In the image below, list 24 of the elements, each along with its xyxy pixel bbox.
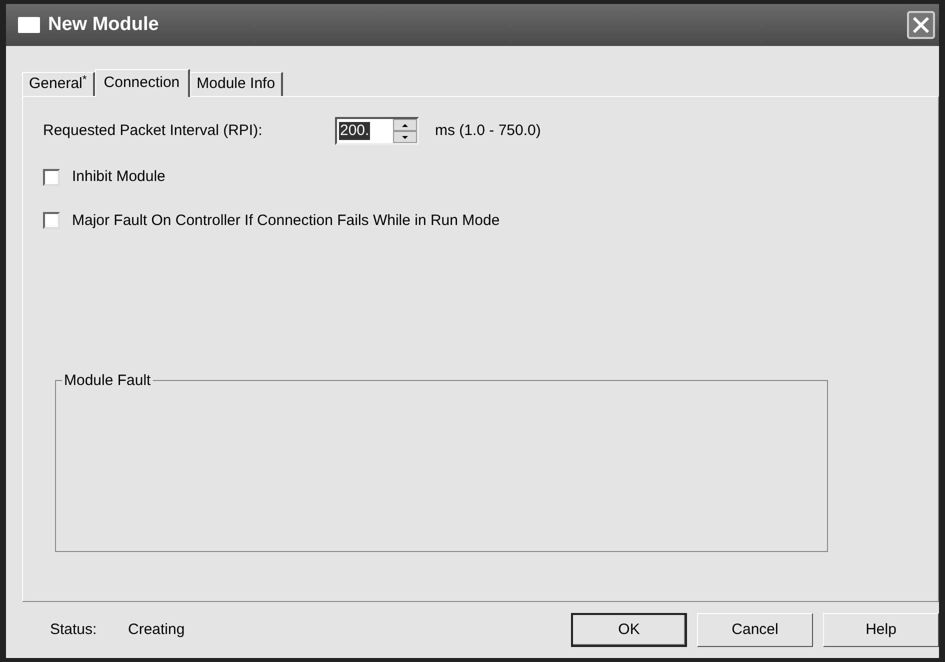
checkbox-label: Inhibit Module — [72, 167, 166, 187]
rpi-spin-field[interactable]: 200. — [335, 117, 419, 145]
rpi-value: 200. — [339, 122, 370, 140]
window-icon — [18, 17, 40, 33]
rpi-label: Requested Packet Interval (RPI): — [43, 120, 264, 141]
window-title: New Module — [48, 12, 160, 37]
checkbox[interactable] — [43, 212, 60, 230]
status-value: Creating — [128, 620, 186, 640]
down-arrow-icon — [402, 136, 408, 138]
tab[interactable]: Connection — [94, 69, 190, 97]
dialog-button[interactable]: Help — [823, 613, 939, 647]
tab[interactable]: Module Info — [190, 72, 284, 96]
close-button[interactable] — [907, 11, 935, 39]
spin-up-button[interactable] — [393, 119, 417, 131]
status-label: Status: — [50, 620, 98, 640]
up-arrow-icon — [402, 124, 408, 126]
rpi-range: ms (1.0 - 750.0) — [435, 120, 541, 141]
checkbox-label: Major Fault On Controller If Connection Fails While in Run Mode — [72, 210, 500, 230]
checkbox[interactable] — [43, 168, 60, 186]
spin-down-button[interactable] — [393, 131, 417, 143]
dialog-button[interactable]: OK — [571, 613, 687, 647]
tab[interactable]: General$^{*}$ — [22, 72, 95, 96]
close-icon — [912, 16, 930, 34]
dialog-button[interactable]: Cancel — [697, 613, 813, 647]
